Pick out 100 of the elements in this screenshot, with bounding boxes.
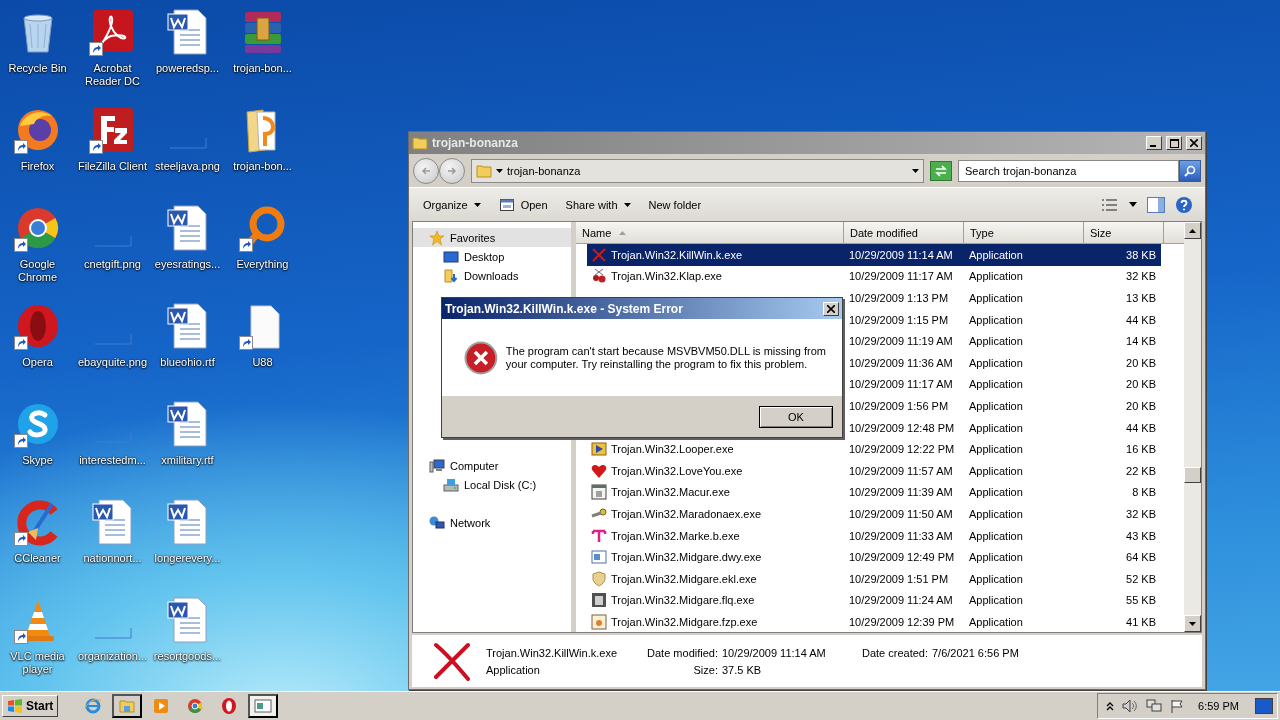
help-button[interactable] xyxy=(1175,195,1193,214)
file-row[interactable]: Trojan.Win32.Midgare.fzp.exe 10/29/2009 12:39 PM Application 41 KB xyxy=(587,611,1161,632)
nav-item[interactable]: Desktop xyxy=(413,247,571,266)
file-row[interactable]: Trojan.Win32.Midgare.ekl.exe 10/29/2009 1:51 PM Application 52 KB xyxy=(587,567,1161,590)
preview-pane-button[interactable] xyxy=(1147,196,1165,213)
scrollbar[interactable] xyxy=(1184,222,1201,632)
type-cell-text: Application xyxy=(968,615,1024,628)
hard-drive-icon xyxy=(443,476,459,493)
refresh-button[interactable] xyxy=(930,160,952,181)
icon-label[interactable]: trojan-bon... xyxy=(225,62,300,75)
size-cell-text: 16 KB xyxy=(1125,443,1157,456)
icon-label[interactable]: Everything xyxy=(225,258,300,271)
dialog-title: Trojan.Win32.KillWin.k.exe - System Error xyxy=(445,301,684,316)
icon-label[interactable]: Firefox xyxy=(0,160,75,173)
file-row[interactable]: Trojan.Win32.Midgare.dwy.exe 10/29/2009 12:49 PM Application 64 KB xyxy=(587,546,1161,568)
ok-button[interactable]: OK xyxy=(759,405,833,428)
icon-label[interactable]: trojan-bon... xyxy=(225,160,300,173)
file-row[interactable]: Trojan.Win32.Klap.exe 10/29/2009 11:17 AM Application 32 KB xyxy=(587,265,1161,288)
column-header[interactable]: Size xyxy=(1084,222,1164,244)
file-type: Application xyxy=(486,663,541,676)
browser-icon[interactable] xyxy=(186,697,205,715)
close-button[interactable] xyxy=(1186,136,1202,150)
browser-icon[interactable] xyxy=(220,697,239,715)
dropdown-caret-icon xyxy=(912,168,919,173)
cross-icon xyxy=(432,641,472,681)
view-menu-button[interactable] xyxy=(1129,202,1137,207)
type-cell-text: Application xyxy=(968,313,1024,326)
column-header[interactable]: Type xyxy=(964,222,1084,244)
view-options-button[interactable] xyxy=(1101,197,1119,212)
toolbar-button[interactable]: New folder xyxy=(640,192,710,217)
file-row[interactable]: Trojan.Win32.Marke.b.exe 10/29/2009 11:33 AM Application 43 KB xyxy=(587,524,1161,547)
nav-item[interactable]: Local Disk (C:) xyxy=(413,475,571,494)
scroll-up-button[interactable] xyxy=(1184,222,1201,239)
app-window-icon xyxy=(591,484,607,501)
speaker-icon[interactable] xyxy=(1122,699,1139,713)
icon-label[interactable]: FileZilla Client xyxy=(75,160,150,173)
nav-item[interactable]: Favorites xyxy=(413,228,571,247)
toolbar-button[interactable]: Organize xyxy=(415,192,489,217)
icon-label[interactable]: Opera xyxy=(0,356,75,369)
detail-value: 7/6/2021 6:56 PM xyxy=(932,646,1019,659)
start-button[interactable]: Start xyxy=(2,695,59,717)
size-cell-text: 20 KB xyxy=(1125,399,1157,412)
file-row[interactable]: Trojan.Win32.Looper.exe 10/29/2009 12:22 PM Application 16 KB xyxy=(587,438,1161,460)
address-bar[interactable]: trojan-bonanza xyxy=(471,158,924,183)
minimize-button[interactable] xyxy=(1146,136,1162,150)
icon-label[interactable]: poweredsp... xyxy=(150,62,225,75)
icon-label[interactable]: steeljava.png xyxy=(150,160,225,173)
search-button[interactable] xyxy=(1179,159,1201,182)
icon-label[interactable]: Recycle Bin xyxy=(0,62,75,75)
close-button[interactable] xyxy=(823,301,839,316)
file-name: Trojan.Win32.Macur.exe xyxy=(611,486,730,499)
icon-label[interactable]: eyesratings... xyxy=(150,258,225,271)
column-header[interactable]: Name xyxy=(576,222,844,244)
column-header[interactable]: Date modified xyxy=(844,222,964,244)
file-name: Trojan.Win32.Midgare.ekl.exe xyxy=(611,572,757,585)
app-window-icon xyxy=(591,613,607,630)
nav-item[interactable]: Network xyxy=(413,513,571,532)
search-field[interactable]: Search trojan-bonanza xyxy=(958,159,1179,182)
network-icon[interactable] xyxy=(1146,699,1163,713)
windows-logo-icon xyxy=(7,699,23,713)
date-cell-text: 10/29/2009 1:13 PM xyxy=(848,292,950,304)
nav-item[interactable]: Downloads xyxy=(413,266,571,285)
clock[interactable]: 6:59 PM xyxy=(1198,700,1239,712)
flag-icon[interactable] xyxy=(1170,699,1185,713)
file-row[interactable]: Trojan.Win32.Macur.exe 10/29/2009 11:39 AM Application 8 KB xyxy=(587,481,1161,504)
icon-label[interactable]: U88 xyxy=(225,356,300,369)
taskbar-button[interactable] xyxy=(248,694,279,718)
icon-label[interactable]: blueohio.rtf xyxy=(150,356,225,369)
heart-icon xyxy=(591,462,607,479)
forward-button[interactable] xyxy=(439,157,465,184)
back-button[interactable] xyxy=(413,157,439,184)
maximize-icon xyxy=(1169,138,1179,148)
icon-label[interactable]: interestedm... xyxy=(75,454,150,467)
icon-label[interactable]: Acrobat Reader DC xyxy=(75,62,150,88)
scroll-down-button[interactable] xyxy=(1184,615,1201,632)
file-row[interactable]: Trojan.Win32.KillWin.k.exe 10/29/2009 11:14 AM Application 38 KB xyxy=(587,244,1161,266)
file-row[interactable]: Trojan.Win32.LoveYou.exe 10/29/2009 11:57 AM Application 22 KB xyxy=(587,459,1161,482)
detail-value: 37.5 KB xyxy=(722,663,763,676)
window-title: trojan-bonanza xyxy=(432,136,519,150)
icon-label[interactable]: Skype xyxy=(0,454,75,467)
file-row[interactable]: Trojan.Win32.Maradonaex.exe 10/29/2009 11:50 AM Application 32 KB xyxy=(587,503,1161,525)
taskbar-button[interactable] xyxy=(112,694,143,718)
nav-item[interactable]: Computer xyxy=(413,456,571,475)
toolbar-button[interactable]: Open xyxy=(490,192,556,217)
icon-label[interactable]: cnetgift.png xyxy=(75,258,150,271)
sort-arrow-icon xyxy=(619,230,627,235)
type-cell-text: Application xyxy=(968,507,1024,520)
scroll-thumb[interactable] xyxy=(1184,467,1201,483)
maximize-button[interactable] xyxy=(1166,136,1182,150)
type-cell-text: Application xyxy=(968,464,1024,477)
chevron-up-icon[interactable] xyxy=(1106,701,1115,711)
file-row[interactable]: Trojan.Win32.Midgare.flq.exe 10/29/2009 11:24 AM Application 55 KB xyxy=(587,589,1161,612)
icon-label[interactable]: Google Chrome xyxy=(0,258,75,284)
date-cell-text: 10/29/2009 11:36 AM xyxy=(848,356,954,369)
play-icon xyxy=(591,441,607,458)
toolbar-button[interactable]: Share with xyxy=(557,192,639,217)
close-icon xyxy=(1190,139,1198,147)
back-arrow-icon xyxy=(421,165,431,176)
detail-label: Date created: xyxy=(861,646,928,659)
icon-label[interactable]: ebayquite.png xyxy=(75,356,150,369)
